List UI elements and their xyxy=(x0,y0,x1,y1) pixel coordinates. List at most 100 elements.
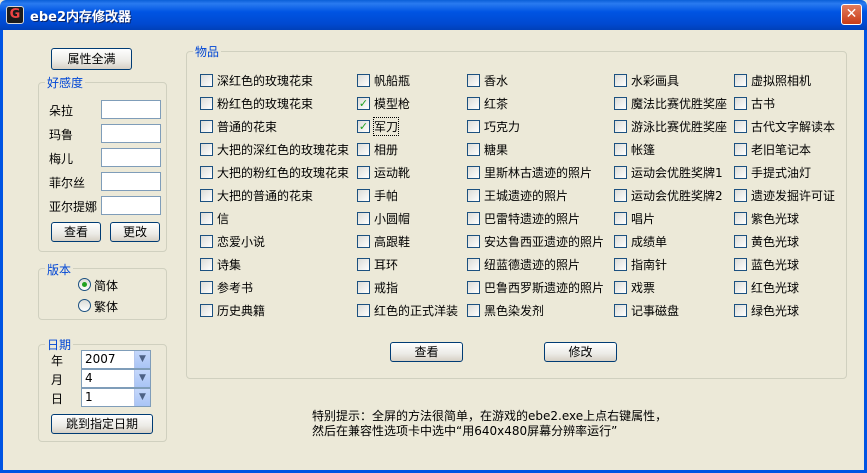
item-checkbox-row[interactable]: 虚拟照相机 xyxy=(734,72,811,88)
checkbox-icon[interactable] xyxy=(200,96,213,110)
checkbox-icon[interactable] xyxy=(357,211,370,225)
checkbox-icon[interactable] xyxy=(734,234,747,248)
item-checkbox-row[interactable]: 指南针 xyxy=(614,256,667,272)
checkbox-icon[interactable] xyxy=(467,96,480,110)
checkbox-icon[interactable] xyxy=(614,188,627,202)
checkbox-icon[interactable] xyxy=(357,280,370,294)
affection-input[interactable] xyxy=(101,196,161,215)
checkbox-icon[interactable] xyxy=(614,280,627,294)
checkbox-icon[interactable] xyxy=(357,257,370,271)
affection-input[interactable] xyxy=(101,124,161,143)
checkbox-icon[interactable] xyxy=(200,234,213,248)
affection-modify-button[interactable]: 更改 xyxy=(110,222,160,242)
item-checkbox-row[interactable]: 信 xyxy=(200,210,229,226)
date-select[interactable]: 1 ▼ xyxy=(81,388,151,407)
checkbox-icon[interactable] xyxy=(467,303,480,317)
checkbox-icon[interactable] xyxy=(467,188,480,202)
item-checkbox-row[interactable]: 老旧笔记本 xyxy=(734,141,811,157)
checkbox-icon[interactable] xyxy=(200,257,213,271)
item-checkbox-row[interactable]: 帐篷 xyxy=(614,141,655,157)
checkbox-icon[interactable] xyxy=(200,303,213,317)
item-checkbox-row[interactable]: 黑色染发剂 xyxy=(467,302,544,318)
item-checkbox-row[interactable]: 手提式油灯 xyxy=(734,164,811,180)
item-checkbox-row[interactable]: 耳环 xyxy=(357,256,398,272)
item-checkbox-row[interactable]: 安达鲁西亚遗迹的照片 xyxy=(467,233,604,249)
checkbox-icon[interactable] xyxy=(200,119,213,133)
item-checkbox-row[interactable]: 红茶 xyxy=(467,95,508,111)
checkbox-icon[interactable] xyxy=(357,234,370,248)
item-checkbox-row[interactable]: 恋爱小说 xyxy=(200,233,265,249)
item-checkbox-row[interactable]: 巴鲁西罗斯遗迹的照片 xyxy=(467,279,604,295)
item-checkbox-row[interactable]: 参考书 xyxy=(200,279,253,295)
checkbox-icon[interactable] xyxy=(467,119,480,133)
checkbox-icon[interactable] xyxy=(614,234,627,248)
checkbox-icon[interactable] xyxy=(734,303,747,317)
item-checkbox-row[interactable]: 深红色的玫瑰花束 xyxy=(200,72,313,88)
max-attributes-button[interactable]: 属性全满 xyxy=(51,48,132,70)
checkbox-icon[interactable] xyxy=(200,142,213,156)
item-checkbox-row[interactable]: 蓝色光球 xyxy=(734,256,799,272)
affection-view-button[interactable]: 查看 xyxy=(51,222,101,242)
item-checkbox-row[interactable]: 唱片 xyxy=(614,210,655,226)
checkbox-icon[interactable] xyxy=(357,165,370,179)
checkbox-icon[interactable] xyxy=(467,165,480,179)
checkbox-icon[interactable] xyxy=(734,188,747,202)
affection-input[interactable] xyxy=(101,100,161,119)
item-checkbox-row[interactable]: 普通的花束 xyxy=(200,118,277,134)
checkbox-icon[interactable] xyxy=(614,119,627,133)
checkbox-icon[interactable] xyxy=(734,165,747,179)
checkbox-icon[interactable] xyxy=(734,211,747,225)
affection-input[interactable] xyxy=(101,172,161,191)
item-checkbox-row[interactable]: 大把的普通的花束 xyxy=(200,187,313,203)
checkbox-icon[interactable] xyxy=(614,211,627,225)
checkbox-icon[interactable] xyxy=(734,257,747,271)
item-checkbox-row[interactable]: 遗迹发掘许可证 xyxy=(734,187,835,203)
checkbox-icon[interactable] xyxy=(467,257,480,271)
item-checkbox-row[interactable]: 里斯林古遗迹的照片 xyxy=(467,164,592,180)
item-checkbox-row[interactable]: 水彩画具 xyxy=(614,72,679,88)
item-checkbox-row[interactable]: 戏票 xyxy=(614,279,655,295)
item-checkbox-row[interactable]: 纽蓝德遗迹的照片 xyxy=(467,256,580,272)
item-checkbox-row[interactable]: 香水 xyxy=(467,72,508,88)
item-checkbox-row[interactable]: 古书 xyxy=(734,95,775,111)
checkbox-icon[interactable] xyxy=(467,280,480,294)
item-checkbox-row[interactable]: 王城遗迹的照片 xyxy=(467,187,568,203)
affection-input[interactable] xyxy=(101,148,161,167)
item-checkbox-row[interactable]: 诗集 xyxy=(200,256,241,272)
checkbox-icon[interactable] xyxy=(614,165,627,179)
item-checkbox-row[interactable]: 古代文字解读本 xyxy=(734,118,835,134)
item-checkbox-row[interactable]: 相册 xyxy=(357,141,398,157)
checkbox-icon[interactable] xyxy=(467,234,480,248)
chevron-down-icon[interactable]: ▼ xyxy=(134,389,150,406)
checkbox-icon[interactable] xyxy=(200,165,213,179)
close-button[interactable]: ✕ xyxy=(841,4,862,25)
item-checkbox-row[interactable]: 红色光球 xyxy=(734,279,799,295)
item-checkbox-row[interactable]: 手帕 xyxy=(357,187,398,203)
item-checkbox-row[interactable]: 小圆帽 xyxy=(357,210,410,226)
checkbox-icon[interactable] xyxy=(467,211,480,225)
item-checkbox-row[interactable]: 巴雷特遗迹的照片 xyxy=(467,210,580,226)
checkbox-icon[interactable] xyxy=(357,188,370,202)
chevron-down-icon[interactable]: ▼ xyxy=(134,370,150,387)
checkbox-icon[interactable] xyxy=(734,142,747,156)
items-modify-button[interactable]: 修改 xyxy=(544,342,617,362)
item-checkbox-row[interactable]: 魔法比赛优胜奖座 xyxy=(614,95,727,111)
checkbox-icon[interactable] xyxy=(200,280,213,294)
checkbox-icon[interactable] xyxy=(200,188,213,202)
item-checkbox-row[interactable]: 游泳比赛优胜奖座 xyxy=(614,118,727,134)
chevron-down-icon[interactable]: ▼ xyxy=(134,351,150,368)
item-checkbox-row[interactable]: 红色的正式洋装 xyxy=(357,302,458,318)
checkbox-checked-icon[interactable]: ✓ xyxy=(357,96,370,110)
date-select[interactable]: 2007 ▼ xyxy=(81,350,151,369)
items-view-button[interactable]: 查看 xyxy=(390,342,463,362)
item-checkbox-row[interactable]: 高跟鞋 xyxy=(357,233,410,249)
item-checkbox-row[interactable]: 运动靴 xyxy=(357,164,410,180)
item-checkbox-row[interactable]: 大把的深红色的玫瑰花束 xyxy=(200,141,349,157)
item-checkbox-row[interactable]: 历史典籍 xyxy=(200,302,265,318)
item-checkbox-row[interactable]: 巧克力 xyxy=(467,118,520,134)
item-checkbox-row[interactable]: 帆船瓶 xyxy=(357,72,410,88)
checkbox-checked-icon[interactable]: ✓ xyxy=(357,119,370,133)
item-checkbox-row[interactable]: 糖果 xyxy=(467,141,508,157)
item-checkbox-row[interactable]: ✓ 模型枪 xyxy=(357,95,410,111)
item-checkbox-row[interactable]: 运动会优胜奖牌1 xyxy=(614,164,723,180)
